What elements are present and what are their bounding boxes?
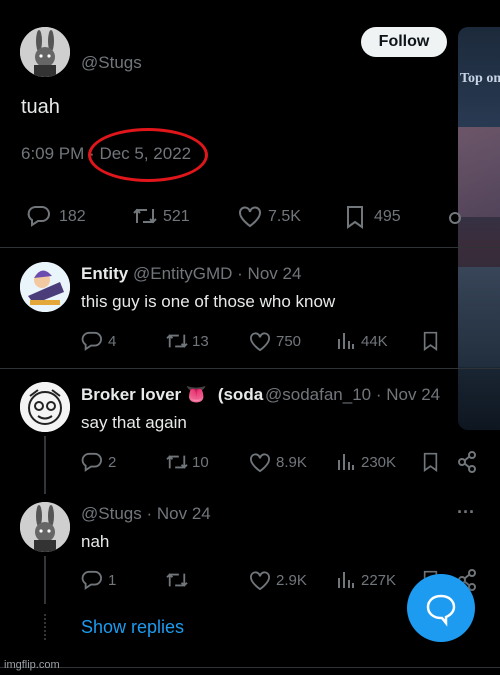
thread-dots xyxy=(44,614,48,640)
retweet-icon[interactable] xyxy=(164,331,190,351)
show-replies-link[interactable]: Show replies xyxy=(81,617,184,638)
reply-text: nah xyxy=(81,532,110,551)
like-count: 7.5K xyxy=(268,208,301,225)
reply-count: 1 xyxy=(108,572,117,589)
reply-date[interactable]: Nov 24 xyxy=(248,264,302,283)
bookmark-icon[interactable] xyxy=(422,452,439,472)
user-handle[interactable]: @EntityGMD xyxy=(133,264,232,283)
divider xyxy=(0,368,500,369)
reply-header: Broker lover 👅 (soda xyxy=(81,385,263,405)
thread-line xyxy=(44,436,46,494)
avatar[interactable] xyxy=(20,27,70,77)
reply-text: say that again xyxy=(81,413,187,432)
like-icon[interactable] xyxy=(249,453,271,473)
like-count: 750 xyxy=(276,333,302,350)
separator: · xyxy=(375,385,382,404)
reply-count: 2 xyxy=(108,454,117,471)
share-icon[interactable] xyxy=(449,212,461,224)
like-count: 2.9K xyxy=(276,572,307,589)
author-handle[interactable]: @Stugs xyxy=(81,53,142,73)
reply-date[interactable]: Nov 24 xyxy=(386,385,440,404)
reply-icon[interactable] xyxy=(27,205,51,227)
divider xyxy=(0,667,500,668)
view-count: 44K xyxy=(361,333,388,350)
chat-bubble-icon xyxy=(426,594,456,627)
reply-icon[interactable] xyxy=(81,331,103,351)
retweet-icon[interactable] xyxy=(164,570,190,590)
avatar[interactable] xyxy=(20,502,70,552)
views-icon[interactable] xyxy=(337,570,355,590)
watermark: imgflip.com xyxy=(4,659,60,671)
views-icon[interactable] xyxy=(337,452,355,472)
tongue-emoji: 👅 xyxy=(185,385,208,404)
avatar[interactable] xyxy=(20,262,70,312)
retweet-icon[interactable] xyxy=(164,452,190,472)
like-icon[interactable] xyxy=(249,332,271,352)
media-card[interactable]: Top one xyxy=(458,27,500,430)
display-name[interactable]: Entity xyxy=(81,264,128,283)
user-handle[interactable]: @sodafan_10 xyxy=(265,385,371,404)
like-icon[interactable] xyxy=(238,206,262,228)
separator: · xyxy=(146,504,153,523)
tweet-text: tuah xyxy=(21,96,60,118)
reply-count: 182 xyxy=(59,208,86,225)
views-icon[interactable] xyxy=(337,331,355,351)
share-icon[interactable] xyxy=(457,451,477,473)
display-name-truncated[interactable]: (soda xyxy=(218,385,263,404)
separator: · xyxy=(237,264,243,283)
display-name[interactable]: Broker lover xyxy=(81,385,181,404)
reply-header: @Stugs · Nov 24 xyxy=(81,504,211,524)
bookmark-icon[interactable] xyxy=(422,331,439,351)
divider xyxy=(0,247,500,248)
reply-fab-button[interactable] xyxy=(407,574,475,642)
view-count: 227K xyxy=(361,572,397,589)
view-count: 230K xyxy=(361,454,397,471)
follow-button[interactable]: Follow xyxy=(361,27,447,57)
reply-header: Entity @EntityGMD · Nov 24 xyxy=(81,264,301,284)
more-options-icon[interactable]: ··· xyxy=(457,502,475,523)
like-icon[interactable] xyxy=(249,571,271,591)
media-caption: Top one xyxy=(460,71,500,86)
retweet-count: 13 xyxy=(192,333,209,350)
tweet-time: 6:09 PM xyxy=(21,144,85,163)
thread-line xyxy=(44,556,46,604)
reply-date[interactable]: Nov 24 xyxy=(157,504,211,523)
like-count: 8.9K xyxy=(276,454,307,471)
reply-count: 4 xyxy=(108,333,117,350)
bookmark-icon[interactable] xyxy=(345,205,365,229)
bookmark-count: 495 xyxy=(374,208,401,225)
avatar[interactable] xyxy=(20,382,70,432)
user-handle[interactable]: @Stugs xyxy=(81,504,142,523)
red-circle-annotation xyxy=(88,128,208,182)
reply-header-meta: @sodafan_10 · Nov 24 xyxy=(265,385,440,405)
retweet-count: 10 xyxy=(192,454,209,471)
reply-icon[interactable] xyxy=(81,452,103,472)
retweet-icon[interactable] xyxy=(131,205,159,227)
retweet-count: 521 xyxy=(163,208,190,225)
reply-text: this guy is one of those who know xyxy=(81,292,336,311)
reply-icon[interactable] xyxy=(81,570,103,590)
